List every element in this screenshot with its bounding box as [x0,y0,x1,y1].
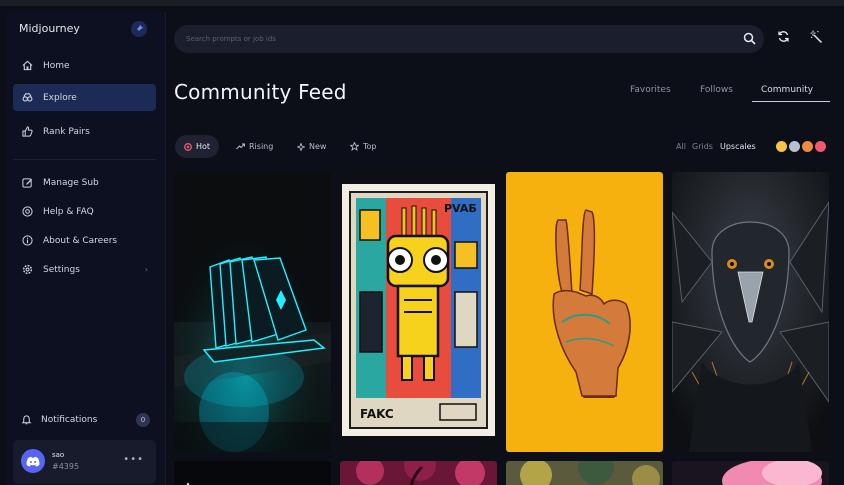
filter-new[interactable]: New [288,135,335,158]
search-icon[interactable] [743,32,756,45]
app-window: Midjourney Home Explore Rank Pairs Manag… [0,0,844,485]
home-icon [21,60,33,72]
tab-community[interactable]: Community [761,85,813,95]
discord-icon [26,456,40,466]
notifications-label: Notifications [41,415,98,425]
sidebar-item-label: Home [43,60,70,71]
sidebar-item-rank-pairs[interactable]: Rank Pairs [13,118,156,145]
sidebar: Midjourney Home Explore Rank Pairs Manag… [6,12,166,485]
stamp-text-top: PVAБ [444,202,477,215]
stamp-text-bottom: FAKC [360,407,394,421]
star-icon [350,142,359,151]
pin-icon [135,25,143,33]
view-grids[interactable]: Grids [692,142,713,151]
trending-icon [236,143,245,150]
sidebar-item-settings[interactable]: Settings › [13,256,156,283]
sidebar-item-label: Help & FAQ [43,206,94,217]
page-title: Community Feed [174,80,347,104]
view-all[interactable]: All [676,142,686,151]
gear-icon [21,264,33,276]
active-tab-underline [752,101,830,102]
feed-image-8[interactable] [672,461,829,485]
tab-follows[interactable]: Follows [700,85,733,95]
edit-icon [21,177,33,189]
sidebar-item-label: About & Careers [43,235,118,246]
user-more-button[interactable]: ••• [123,454,144,465]
sidebar-item-label: Settings [43,264,80,275]
peace-hand-image[interactable] [506,172,663,452]
tab-favorites[interactable]: Favorites [630,85,671,95]
filter-label: Top [363,142,377,151]
notifications-button[interactable]: Notifications 0 [13,408,156,432]
sidebar-divider [13,159,156,160]
pin-sidebar-button[interactable] [131,21,147,37]
magic-wand-icon[interactable] [810,30,823,43]
info-icon [21,235,33,247]
filter-label: New [309,142,327,151]
brand-name[interactable]: Midjourney [19,22,80,35]
sidebar-item-about[interactable]: About & Careers [13,227,156,254]
user-name: sao [52,451,65,459]
robot-stamp-image[interactable]: PVAБ FAKC [340,172,497,452]
refresh-icon[interactable] [777,30,790,43]
sidebar-item-home[interactable]: Home [13,52,156,79]
fire-icon [184,142,192,151]
avatar [21,449,45,473]
reaction-laugh-icon[interactable] [802,141,813,152]
sidebar-item-help[interactable]: Help & FAQ [13,198,156,225]
feed-image-7[interactable] [506,461,663,485]
filter-rising[interactable]: Rising [227,135,282,158]
sidebar-item-manage-sub[interactable]: Manage Sub [13,169,156,196]
thumbs-up-icon [21,126,33,138]
sidebar-item-label: Manage Sub [43,177,99,188]
search-bar [174,25,764,53]
filter-hot[interactable]: Hot [175,135,220,158]
filter-top[interactable]: Top [341,135,386,158]
user-tag: #4395 [52,462,80,471]
bell-icon [21,414,33,426]
reaction-love-icon[interactable] [815,141,826,152]
explore-icon [21,92,33,104]
raven-image[interactable] [672,172,829,452]
reaction-smile-icon[interactable] [776,141,787,152]
user-account-card[interactable]: sao #4395 ••• [13,440,156,484]
sparkle-icon [297,142,305,151]
feed-image-6[interactable] [340,461,497,485]
reaction-neutral-icon[interactable] [789,141,800,152]
notification-count-badge: 0 [136,413,150,427]
filter-label: Hot [196,142,211,151]
feed-image-5[interactable] [174,461,331,485]
search-input[interactable] [186,31,726,47]
sidebar-item-label: Rank Pairs [43,126,90,137]
filter-label: Rising [249,142,274,151]
help-icon [21,206,33,218]
chevron-right-icon: › [144,265,148,274]
glowing-cards-image[interactable] [174,172,331,452]
sidebar-item-explore[interactable]: Explore [13,84,156,111]
sidebar-item-label: Explore [43,92,77,103]
view-upscales[interactable]: Upscales [720,142,756,151]
